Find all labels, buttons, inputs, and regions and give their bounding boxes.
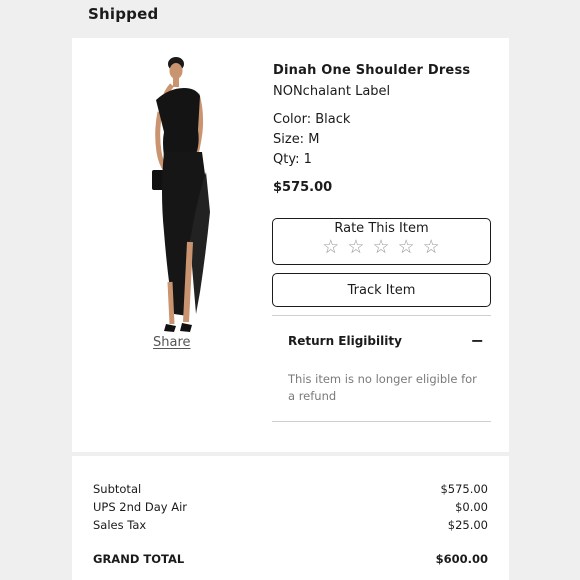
product-price: $575.00	[273, 180, 333, 195]
shipping-label: UPS 2nd Day Air	[93, 500, 188, 514]
subtotal-row: Subtotal $575.00	[93, 482, 488, 496]
divider	[272, 315, 491, 316]
product-brand: NONchalant Label	[273, 84, 391, 99]
return-eligibility-message: This item is no longer eligible for a re…	[288, 372, 477, 403]
product-color: Color: Black	[273, 112, 351, 127]
shipping-value: $0.00	[455, 500, 488, 514]
grand-total-label: GRAND TOTAL	[93, 552, 185, 566]
divider	[272, 421, 491, 422]
return-eligibility-toggle[interactable]: Return Eligibility −	[288, 333, 484, 349]
star-rating[interactable]: ☆ ☆ ☆ ☆ ☆	[273, 237, 490, 257]
product-size: Size: M	[273, 132, 320, 147]
tax-row: Sales Tax $25.00	[93, 518, 488, 532]
tax-value: $25.00	[447, 518, 488, 532]
star-3-icon[interactable]: ☆	[372, 236, 390, 258]
order-item-card: Share Dinah One Shoulder Dress NONchalan…	[72, 38, 509, 452]
subtotal-label: Subtotal	[93, 482, 142, 496]
return-eligibility-title: Return Eligibility	[288, 334, 402, 348]
rate-item-label: Rate This Item	[334, 221, 429, 236]
star-2-icon[interactable]: ☆	[347, 236, 365, 258]
tax-label: Sales Tax	[93, 518, 147, 532]
product-qty: Qty: 1	[273, 152, 312, 167]
rate-item-box: Rate This Item ☆ ☆ ☆ ☆ ☆	[272, 218, 491, 265]
shipping-row: UPS 2nd Day Air $0.00	[93, 500, 488, 514]
grand-total-row: GRAND TOTAL $600.00	[93, 552, 488, 566]
star-1-icon[interactable]: ☆	[322, 236, 340, 258]
subtotal-value: $575.00	[440, 482, 488, 496]
star-5-icon[interactable]: ☆	[423, 236, 441, 258]
order-summary: Subtotal $575.00 UPS 2nd Day Air $0.00 S…	[72, 456, 509, 580]
share-link[interactable]: Share	[153, 335, 191, 350]
star-4-icon[interactable]: ☆	[398, 236, 416, 258]
minus-icon[interactable]: −	[471, 333, 484, 349]
grand-total-value: $600.00	[435, 552, 488, 566]
status-title: Shipped	[88, 5, 159, 23]
product-name[interactable]: Dinah One Shoulder Dress	[273, 63, 494, 78]
track-item-button[interactable]: Track Item	[272, 273, 491, 307]
product-image[interactable]	[114, 52, 234, 334]
